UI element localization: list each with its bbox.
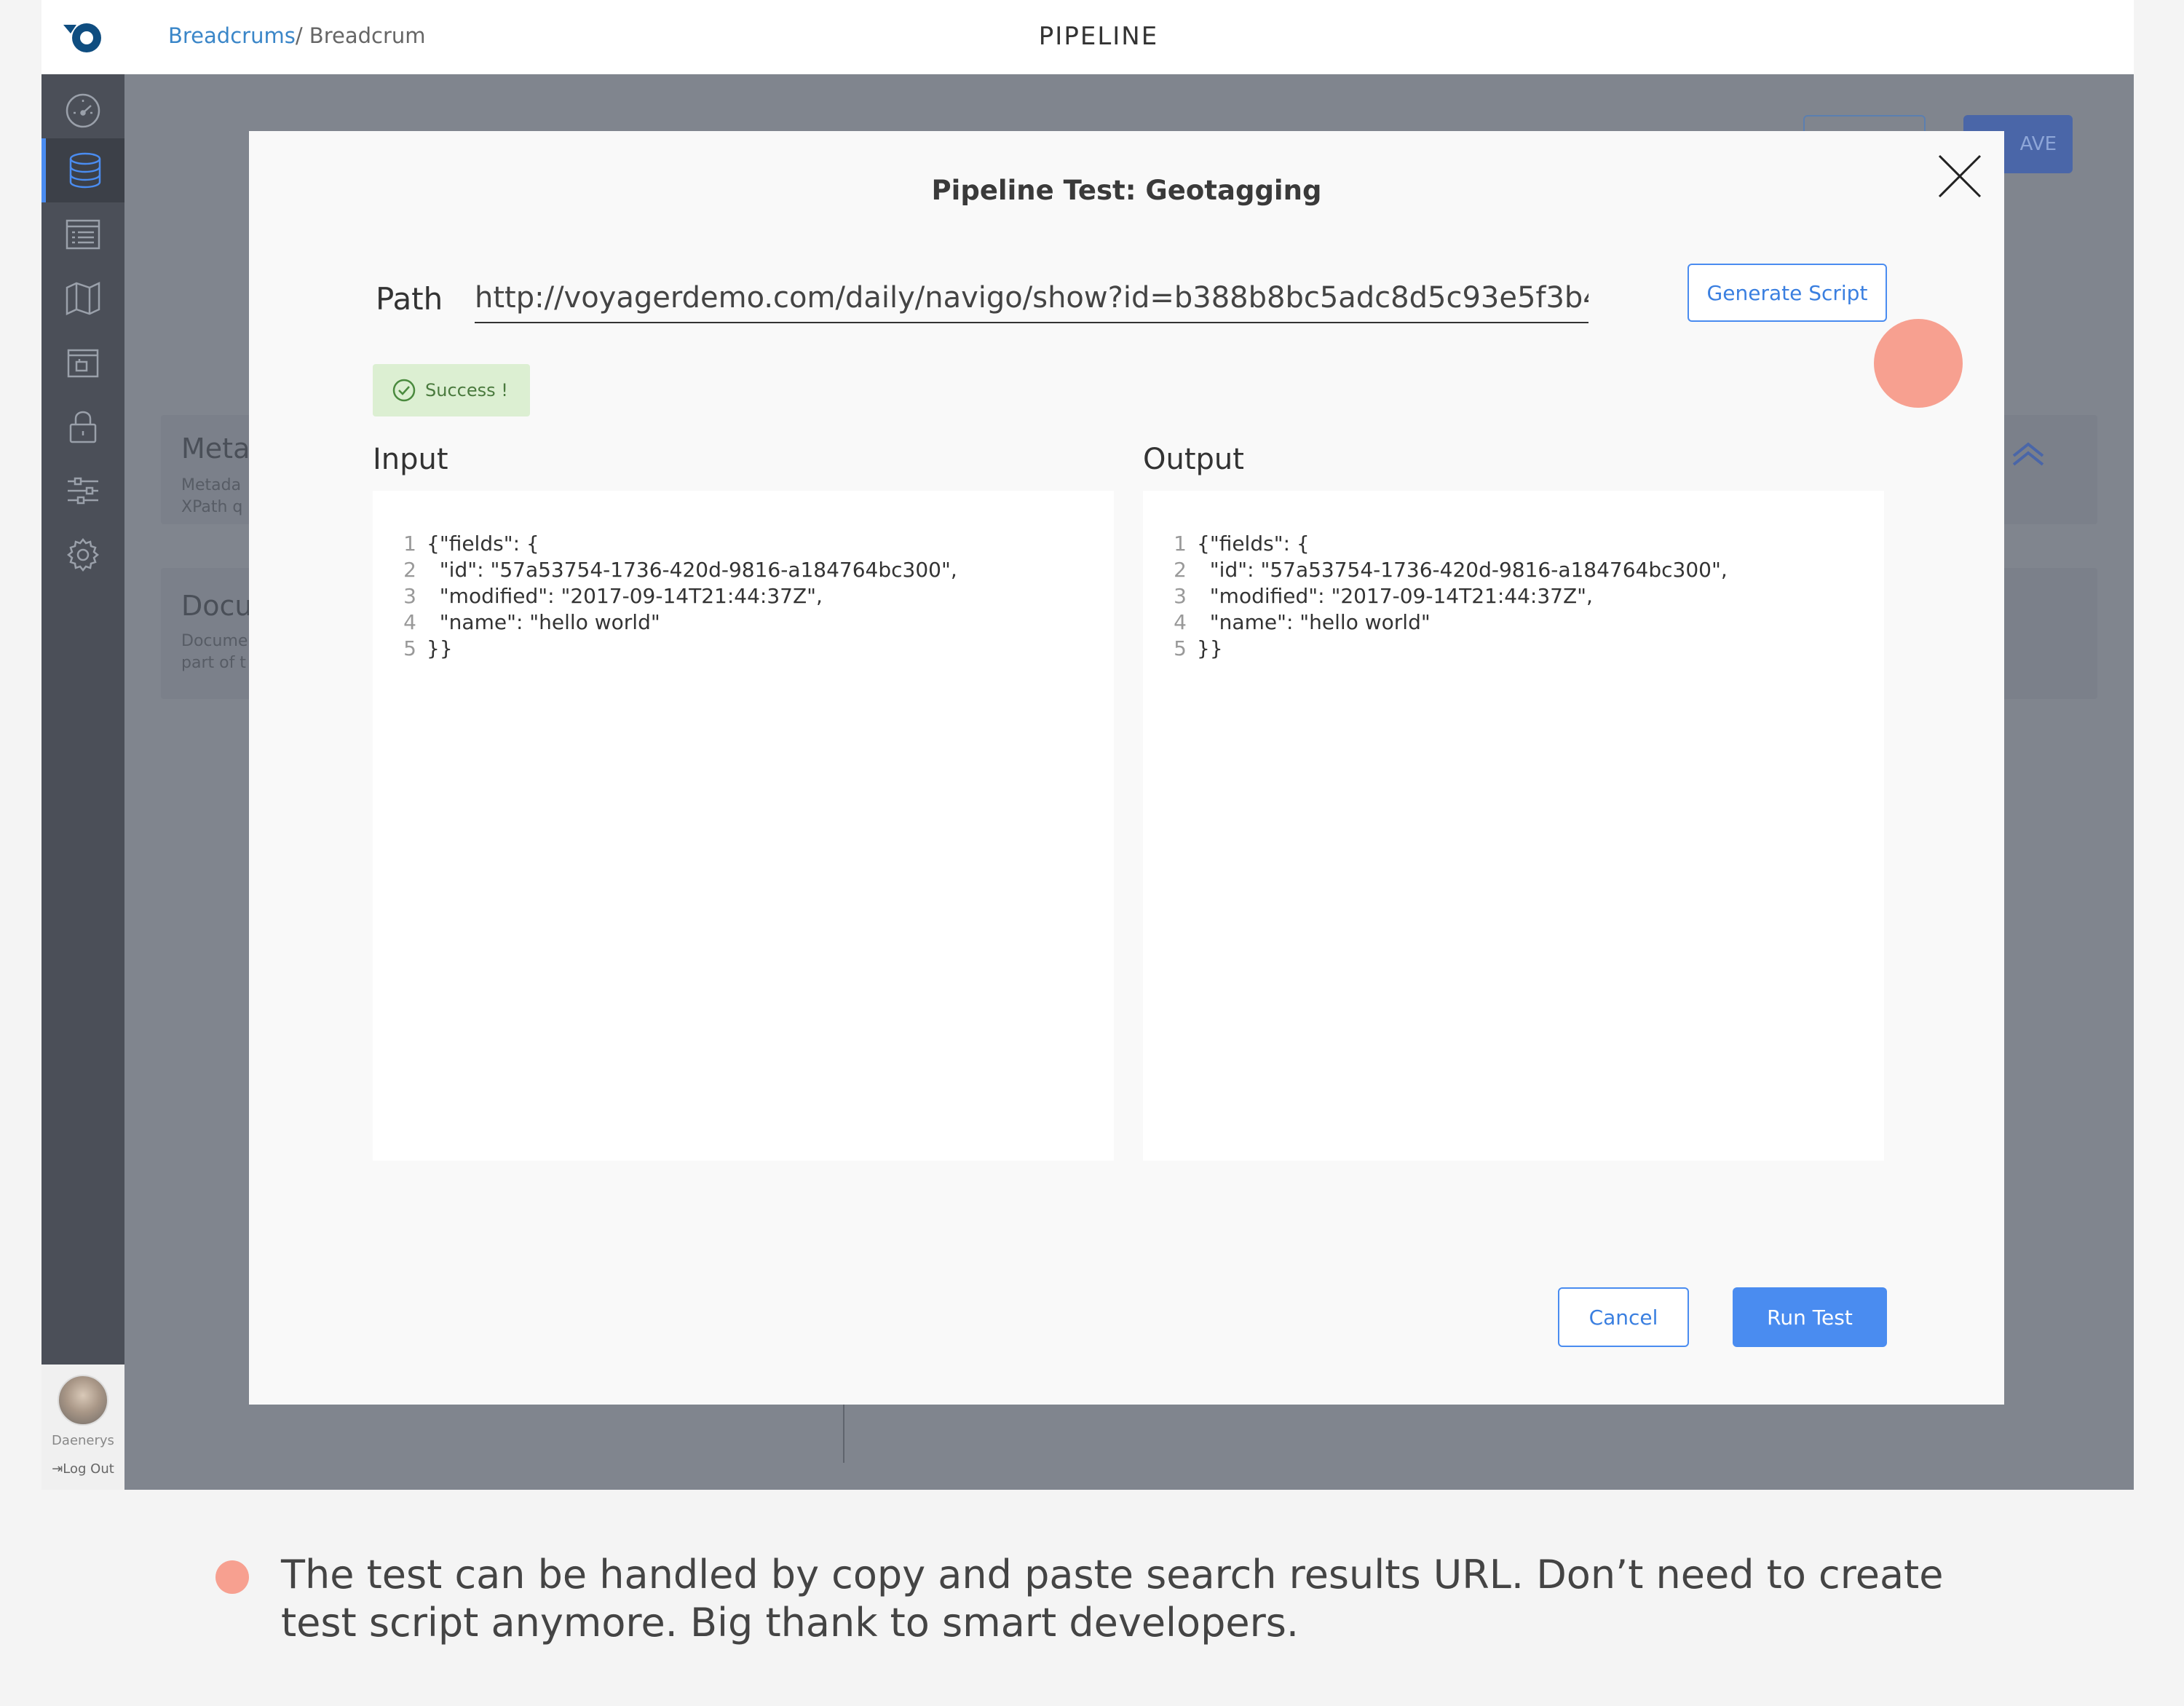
background-divider (843, 1405, 844, 1463)
map-icon (66, 282, 100, 315)
output-label: Output (1143, 443, 1244, 476)
logout-label: Log Out (63, 1461, 114, 1477)
line-number: 2 (1174, 558, 1187, 582)
background-card-title: Meta (181, 433, 250, 465)
user-name: Daenerys (52, 1433, 114, 1448)
run-test-button[interactable]: Run Test (1733, 1287, 1887, 1347)
logout-icon: ⇥ (52, 1461, 63, 1477)
code-text: "id": "57a53754-1736-420d-9816-a184764bc… (1197, 558, 1728, 582)
background-card-text: XPath q (181, 498, 243, 516)
line-number: 1 (1174, 532, 1187, 556)
sliders-icon (68, 477, 98, 505)
code-line: 2 "id": "57a53754-1736-420d-9816-a184764… (1143, 558, 1884, 584)
sidebar: Daenerys ⇥Log Out (41, 74, 124, 1490)
code-line: 1 {"fields": { (373, 532, 1114, 558)
background-save-label: AVE (2019, 133, 2057, 155)
sidebar-item-map[interactable] (41, 266, 124, 331)
input-code-editor[interactable]: 1 {"fields": { 2 "id": "57a53754-1736-420… (373, 491, 1114, 1161)
code-line: 3 "modified": "2017-09-14T21:44:37Z", (373, 584, 1114, 610)
gear-icon (66, 537, 100, 572)
line-number: 4 (1174, 610, 1187, 634)
code-text: "id": "57a53754-1736-420d-9816-a184764bc… (427, 558, 957, 582)
code-text: "modified": "2017-09-14T21:44:37Z", (427, 584, 823, 608)
output-code-editor[interactable]: 1 {"fields": { 2 "id": "57a53754-1736-420… (1143, 491, 1884, 1161)
line-number: 5 (403, 636, 416, 660)
input-label: Input (373, 443, 448, 476)
code-line: 4 "name": "hello world" (373, 610, 1114, 636)
code-text: "modified": "2017-09-14T21:44:37Z", (1197, 584, 1593, 608)
annotation-hotspot-marker (1874, 319, 1963, 408)
code-line: 1 {"fields": { (1143, 532, 1884, 558)
code-line: 4 "name": "hello world" (1143, 610, 1884, 636)
code-text: }} (1197, 636, 1223, 660)
avatar[interactable] (58, 1375, 108, 1426)
page-title: PIPELINE (1038, 22, 1159, 51)
line-number: 1 (403, 532, 416, 556)
code-line: 5}} (373, 636, 1114, 663)
line-number: 3 (403, 584, 416, 608)
database-icon (69, 152, 101, 189)
code-line: 2 "id": "57a53754-1736-420d-9816-a184764… (373, 558, 1114, 584)
user-panel: Daenerys ⇥Log Out (41, 1365, 124, 1490)
sidebar-item-folder[interactable] (41, 331, 124, 395)
path-input[interactable] (475, 274, 1588, 323)
dialog-title: Pipeline Test: Geotagging (931, 175, 1322, 206)
line-number: 2 (403, 558, 416, 582)
close-icon[interactable] (1936, 153, 1983, 200)
pipeline-test-dialog: Pipeline Test: Geotagging Path Generate … (249, 131, 2004, 1405)
code-text: }} (427, 636, 453, 660)
sidebar-item-filters[interactable] (41, 459, 124, 523)
lock-icon (69, 411, 97, 443)
sidebar-item-dashboard[interactable] (41, 79, 124, 143)
logout-link[interactable]: ⇥Log Out (41, 1461, 124, 1477)
line-number: 4 (403, 610, 416, 634)
cancel-button[interactable]: Cancel (1558, 1287, 1689, 1347)
top-bar: Breadcrums/ Breadcrum PIPELINE (41, 0, 2134, 74)
list-icon (66, 219, 100, 250)
sidebar-item-list[interactable] (41, 202, 124, 266)
code-line: 5}} (1143, 636, 1884, 663)
check-circle-icon (392, 379, 416, 402)
code-text: "name": "hello world" (1197, 610, 1431, 634)
code-text: "name": "hello world" (427, 610, 660, 634)
generate-script-button[interactable]: Generate Script (1688, 264, 1887, 322)
annotation-text: The test can be handled by copy and past… (281, 1552, 1944, 1646)
code-text: {"fields": { (1197, 532, 1310, 556)
sidebar-item-database[interactable] (41, 138, 124, 202)
folder-icon (67, 349, 99, 378)
code-text: {"fields": { (427, 532, 539, 556)
sidebar-item-settings[interactable] (41, 523, 124, 587)
success-badge: Success ! (373, 364, 530, 416)
success-label: Success ! (425, 380, 508, 400)
background-card-text: Metada (181, 476, 242, 494)
line-number: 5 (1174, 636, 1187, 660)
background-card-text: part of t (181, 654, 246, 672)
sidebar-item-security[interactable] (41, 395, 124, 459)
path-label: Path (376, 281, 443, 317)
dashboard-gauge-icon (66, 93, 100, 128)
code-line: 3 "modified": "2017-09-14T21:44:37Z", (1143, 584, 1884, 610)
line-number: 3 (1174, 584, 1187, 608)
background-card-title: Docu (181, 590, 253, 622)
background-card-text: Docume (181, 632, 248, 650)
annotation-bullet (215, 1560, 249, 1594)
chevron-up-icon (2012, 442, 2044, 466)
